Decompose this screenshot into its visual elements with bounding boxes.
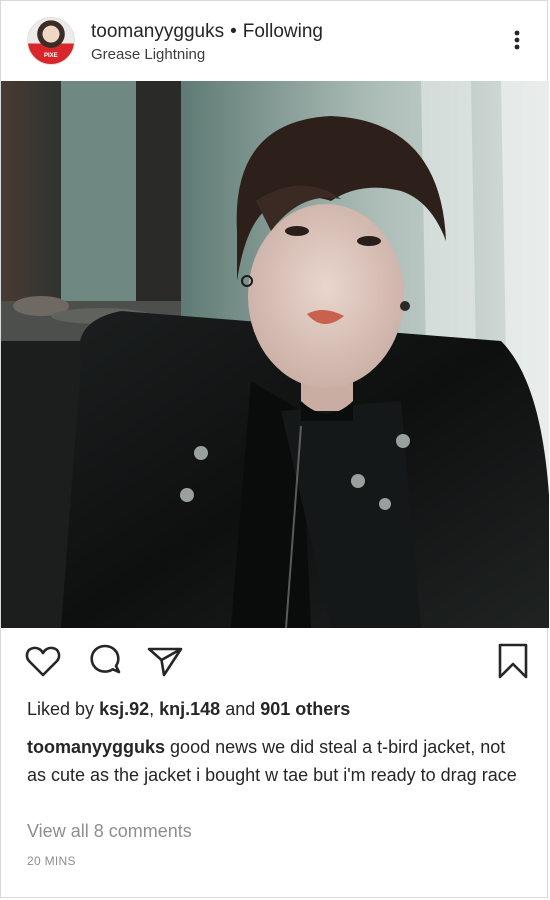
caption-username[interactable]: toomanyygguks (27, 737, 165, 757)
avatar-shirt-text: PIXE (44, 53, 58, 59)
more-vertical-icon (514, 30, 520, 50)
liker-username-2[interactable]: knj.148 (159, 699, 220, 719)
post-photo-illustration (1, 81, 549, 628)
likes-others-link[interactable]: 901 others (260, 699, 350, 719)
likes-and: and (225, 699, 256, 719)
save-button[interactable] (495, 641, 531, 686)
post-username[interactable]: toomanyygguks (91, 21, 224, 42)
liker-username-1[interactable]: ksj.92 (99, 699, 149, 719)
post-location[interactable]: Grease Lightning (91, 46, 205, 63)
follow-status-button[interactable]: Following (243, 21, 323, 42)
like-button[interactable] (23, 641, 63, 686)
comment-icon (90, 644, 121, 674)
comment-button[interactable] (85, 641, 125, 686)
likes-comma: , (149, 699, 155, 719)
post-timestamp: 20 MINS (27, 854, 76, 868)
post-card: PIXE toomanyygguks • Following Grease Ligh… (0, 0, 549, 898)
likes-prefix: Liked by (27, 699, 95, 719)
action-bar (1, 641, 547, 685)
post-photo[interactable] (1, 81, 549, 628)
profile-avatar[interactable]: PIXE (27, 17, 75, 65)
likes-summary: Liked by ksj.92, knj.148 and 901 others (27, 699, 350, 720)
share-button[interactable] (145, 641, 185, 686)
more-options-button[interactable] (505, 27, 529, 55)
view-all-comments-link[interactable]: View all 8 comments (27, 821, 192, 842)
post-header: PIXE toomanyygguks • Following Grease Ligh… (1, 1, 547, 81)
bookmark-icon (498, 643, 528, 679)
post-caption: toomanyygguks good news we did steal a t… (27, 733, 527, 789)
username-row: toomanyygguks • Following (91, 21, 323, 43)
send-icon (147, 647, 183, 677)
separator-dot: • (230, 21, 237, 42)
heart-icon (25, 646, 61, 677)
